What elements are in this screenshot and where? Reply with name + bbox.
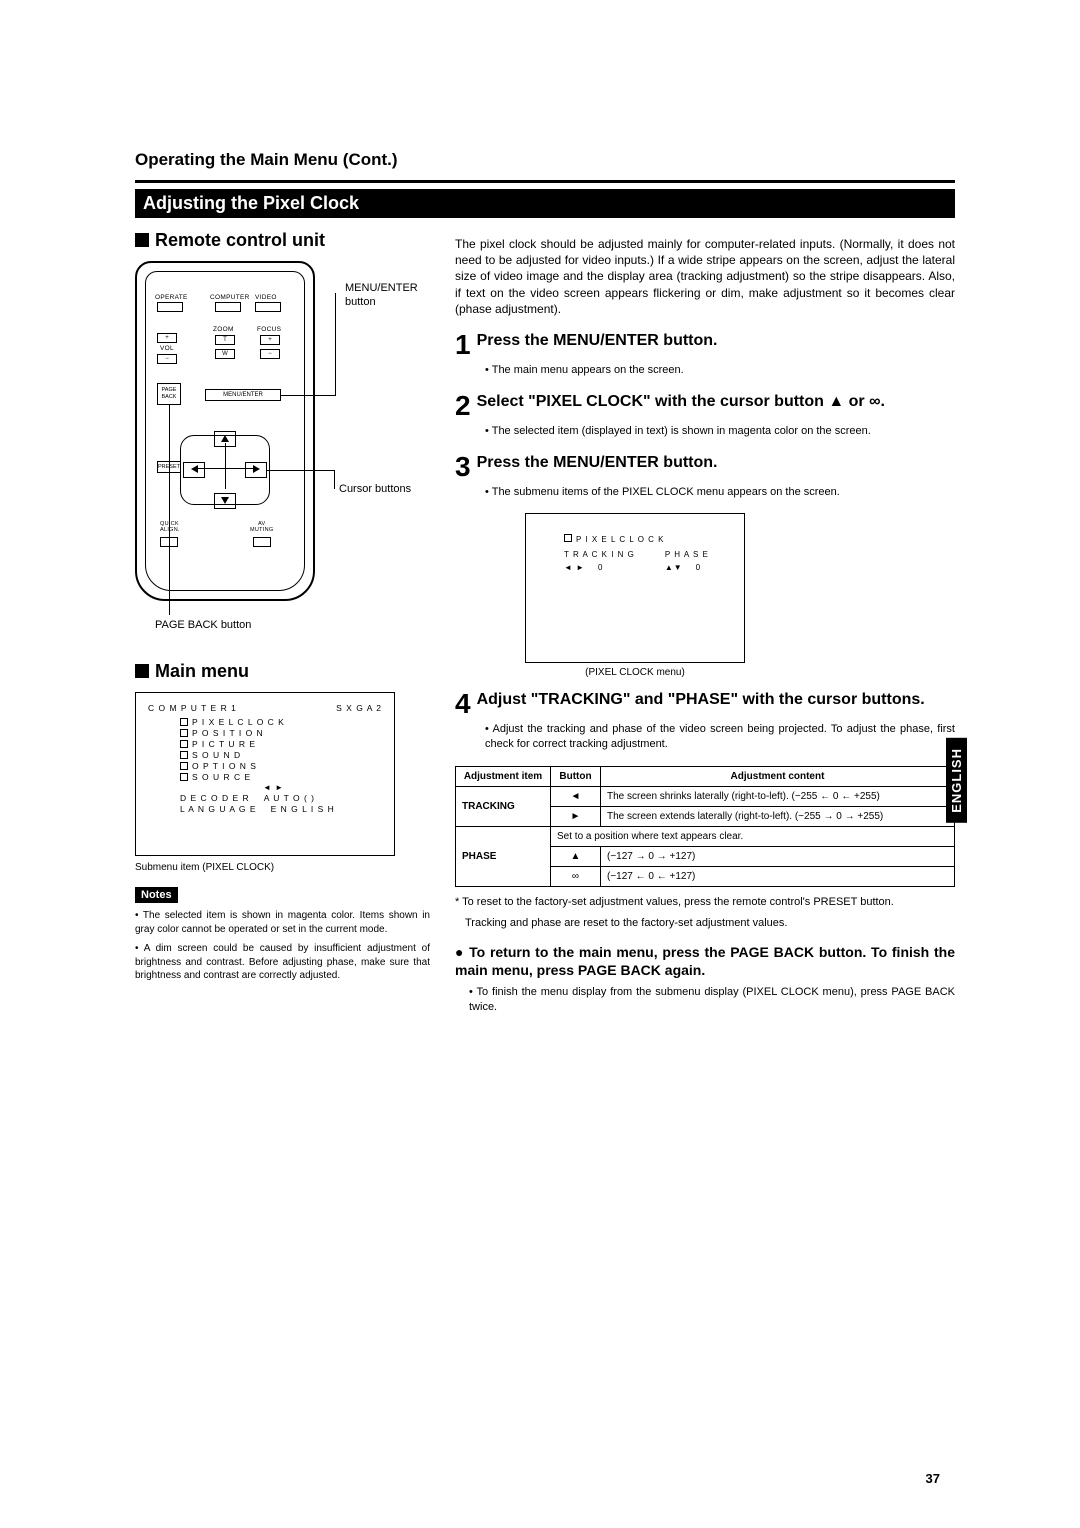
pixel-clock-menu-illustration: P I X E L C L O C K T R A C K I N G◄ ► 0… (525, 513, 745, 663)
menu-enter-button: MENU/ENTER (205, 389, 281, 401)
step-1: 1 Press the MENU/ENTER button. (455, 331, 955, 359)
cursor-left-button (183, 462, 205, 478)
remote-heading: Remote control unit (135, 230, 430, 251)
page-header: Operating the Main Menu (Cont.) (135, 150, 955, 170)
row-tracking-label: TRACKING (456, 787, 551, 827)
step-2: 2 Select "PIXEL CLOCK" with the cursor b… (455, 392, 955, 420)
step-2-title: Select "PIXEL CLOCK" with the cursor but… (477, 392, 885, 420)
cursor-right-button (245, 462, 267, 478)
menu-language-label: L A N G U A G E (180, 804, 257, 814)
step-1-title: Press the MENU/ENTER button. (477, 331, 718, 359)
operate-button (157, 302, 183, 312)
menu-item-pixel-clock: P I X E L C L O C K (192, 717, 285, 727)
row-phase-down-btn: ∞ (551, 867, 601, 887)
step-3-bullet: The submenu items of the PIXEL CLOCK men… (485, 485, 955, 500)
page-back-callout: PAGE BACK button (155, 619, 251, 631)
step-3: 3 Press the MENU/ENTER button. (455, 453, 955, 481)
main-menu-illustration: C O M P U T E R 1 S X G A 2 P I X E L C … (135, 692, 395, 856)
step-4: 4 Adjust "TRACKING" and "PHASE" with the… (455, 690, 955, 718)
step-4-number: 4 (455, 690, 471, 718)
step-4-title: Adjust "TRACKING" and "PHASE" with the c… (477, 690, 925, 718)
menu-item-source: S O U R C E (192, 772, 251, 782)
menu-caption: Submenu item (PIXEL CLOCK) (135, 862, 430, 873)
menu-item-sound: S O U N D (192, 750, 241, 760)
step-3-number: 3 (455, 453, 471, 481)
zoom-label: ZOOM (213, 326, 234, 333)
computer-label: COMPUTER (210, 294, 250, 301)
th-content: Adjustment content (601, 767, 955, 787)
menu-source-label: C O M P U T E R 1 (148, 703, 237, 713)
av-muting-button (253, 537, 271, 547)
page-back-button: PAGEBACK (157, 383, 181, 405)
menu-language-value: E N G L I S H (271, 804, 335, 814)
main-menu-heading: Main menu (135, 661, 430, 682)
menu-decoder-label: D E C O D E R (180, 793, 250, 803)
menu-item-icon (180, 762, 188, 770)
row-tracking-right-content: The screen extends laterally (right-to-l… (601, 807, 955, 827)
row-tracking-right-btn: ► (551, 807, 601, 827)
step-4-bullet: Adjust the tracking and phase of the vid… (485, 722, 955, 752)
zoom-w-button: W (215, 349, 235, 359)
zoom-t-button: T (215, 335, 235, 345)
row-phase-up-content: (−127 → 0 → +127) (601, 847, 955, 867)
footnote-reset: * To reset to the factory-set adjustment… (455, 895, 955, 910)
menu-item-icon (180, 740, 188, 748)
vol-plus-button: + (157, 333, 177, 343)
intro-text: The pixel clock should be adjusted mainl… (455, 236, 955, 317)
menu-item-position: P O S I T I O N (192, 728, 264, 738)
row-phase-down-content: (−127 ← 0 ← +127) (601, 867, 955, 887)
cursor-down-button (214, 493, 236, 509)
th-adjustment-item: Adjustment item (456, 767, 551, 787)
section-title-bar: Adjusting the Pixel Clock (135, 189, 955, 218)
return-bullet: To finish the menu display from the subm… (469, 985, 955, 1015)
focus-label: FOCUS (257, 326, 281, 333)
menu-enter-callout: MENU/ENTERbutton (345, 281, 418, 310)
focus-plus-button: + (260, 335, 280, 345)
row-phase-desc: Set to a position where text appears cle… (551, 827, 955, 847)
menu-item-icon (180, 718, 188, 726)
row-phase-label: PHASE (456, 827, 551, 887)
notes-label: Notes (135, 887, 178, 903)
av-muting-label: AVMUTING (250, 521, 274, 533)
step-2-number: 2 (455, 392, 471, 420)
th-button: Button (551, 767, 601, 787)
menu-item-picture: P I C T U R E (192, 739, 256, 749)
footnote-reset-2: Tracking and phase are reset to the fact… (465, 916, 955, 931)
step-2-bullet: The selected item (displayed in text) is… (485, 424, 955, 439)
step-1-number: 1 (455, 331, 471, 359)
row-tracking-left-btn: ◄ (551, 787, 601, 807)
row-tracking-left-content: The screen shrinks laterally (right-to-l… (601, 787, 955, 807)
row-phase-up-btn: ▲ (551, 847, 601, 867)
header-rule (135, 180, 955, 183)
language-tab: ENGLISH (946, 738, 967, 823)
menu-item-icon (180, 751, 188, 759)
note-2: A dim screen could be caused by insuffic… (135, 942, 430, 983)
pixel-clock-caption: (PIXEL CLOCK menu) (525, 667, 745, 678)
adjustment-table: Adjustment item Button Adjustment conten… (455, 766, 955, 887)
menu-item-icon (180, 773, 188, 781)
cursor-callout: Cursor buttons (339, 483, 411, 495)
step-1-bullet: The main menu appears on the screen. (485, 363, 955, 378)
page-number: 37 (926, 1471, 940, 1486)
focus-minus-button: − (260, 349, 280, 359)
computer-button (215, 302, 241, 312)
menu-item-options: O P T I O N S (192, 761, 257, 771)
vol-label: VOL (160, 345, 174, 352)
menu-decoder-value: A U T O ( ) (264, 793, 315, 803)
operate-label: OPERATE (155, 294, 188, 301)
remote-illustration: OPERATE COMPUTER VIDEO VOL + − ZOOM T W … (135, 261, 430, 631)
menu-mode-label: S X G A 2 (336, 703, 382, 713)
note-1: The selected item is shown in magenta co… (135, 909, 430, 936)
step-3-title: Press the MENU/ENTER button. (477, 453, 718, 481)
video-button (255, 302, 281, 312)
menu-item-icon (180, 729, 188, 737)
return-heading: To return to the main menu, press the PA… (455, 943, 955, 979)
vol-minus-button: − (157, 354, 177, 364)
video-label: VIDEO (255, 294, 277, 301)
